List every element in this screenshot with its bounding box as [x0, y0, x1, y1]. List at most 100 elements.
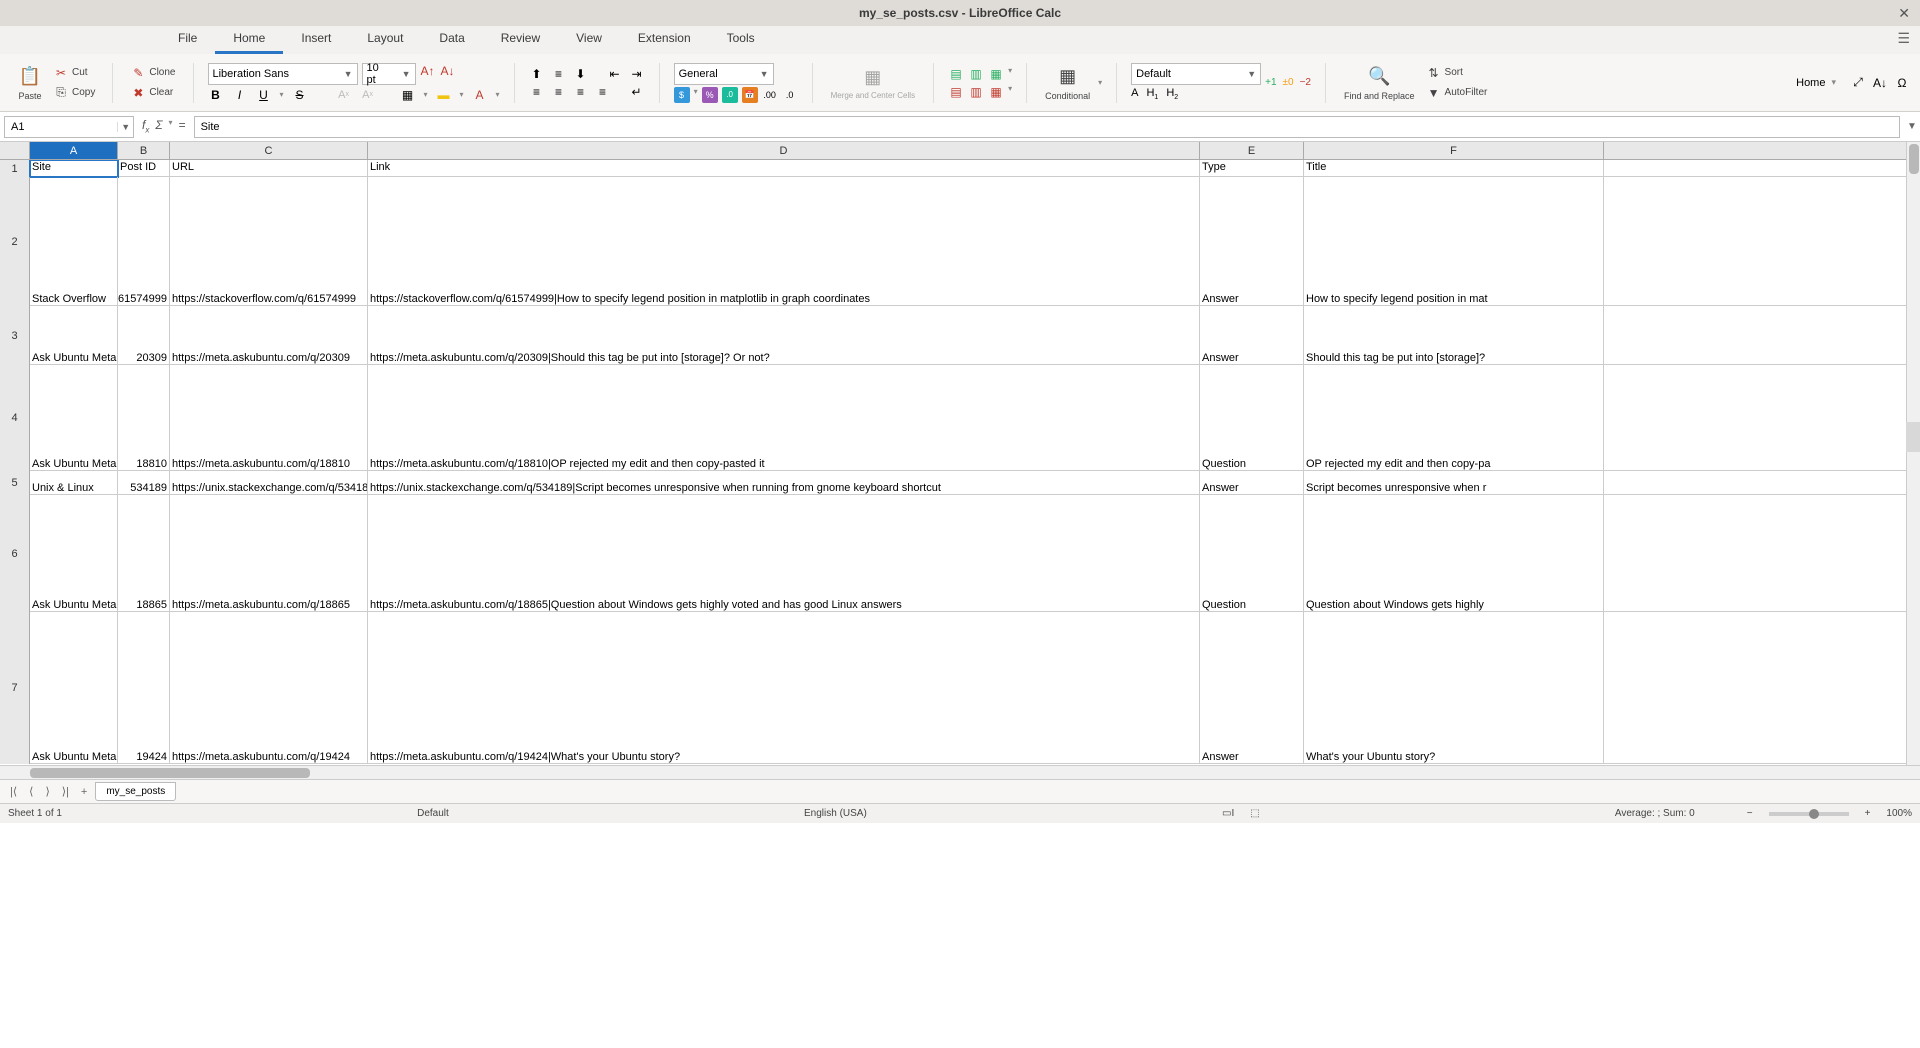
cell[interactable]: 18810: [118, 365, 170, 471]
conditional-button[interactable]: ▦ Conditional: [1041, 63, 1094, 103]
cell[interactable]: https://meta.askubuntu.com/q/20309: [170, 306, 368, 365]
cell[interactable]: Answer: [1200, 612, 1304, 764]
clone-button[interactable]: ✎Clone: [127, 64, 178, 82]
currency-icon[interactable]: $: [674, 87, 690, 103]
row-header[interactable]: 5: [0, 471, 30, 495]
cell[interactable]: Site: [30, 160, 118, 177]
col-header-d[interactable]: D: [368, 142, 1200, 159]
sum-icon[interactable]: Σ: [155, 118, 162, 134]
last-sheet-icon[interactable]: ⟩|: [58, 785, 73, 798]
menu-review[interactable]: Review: [483, 25, 558, 54]
delete-row-icon[interactable]: ▤: [948, 84, 964, 100]
first-sheet-icon[interactable]: |⟨: [6, 785, 21, 798]
insert-row-above-icon[interactable]: ▤: [948, 66, 964, 82]
increase-font-icon[interactable]: A↑: [420, 63, 436, 79]
wrap-text-icon[interactable]: ↵: [629, 84, 645, 100]
add-sheet-icon[interactable]: +: [77, 786, 91, 798]
col-header-a[interactable]: A: [30, 142, 118, 159]
heading-style-h1[interactable]: H1: [1146, 87, 1158, 101]
align-right-icon[interactable]: ≡: [573, 84, 589, 100]
col-header-f[interactable]: F: [1304, 142, 1604, 159]
menu-file[interactable]: File: [160, 25, 215, 54]
align-left-icon[interactable]: ≡: [529, 84, 545, 100]
heading-style-a[interactable]: A: [1131, 87, 1138, 101]
zoom-slider[interactable]: [1769, 812, 1849, 816]
cell[interactable]: Unix & Linux: [30, 471, 118, 495]
col-header-b[interactable]: B: [118, 142, 170, 159]
cell[interactable]: Question: [1200, 495, 1304, 612]
cell[interactable]: https://meta.askubuntu.com/q/18810: [170, 365, 368, 471]
cell[interactable]: Question: [1200, 365, 1304, 471]
select-all-corner[interactable]: [0, 142, 30, 159]
number-icon[interactable]: .0: [722, 87, 738, 103]
zoom-out-icon[interactable]: ⤢: [1850, 75, 1866, 91]
align-middle-icon[interactable]: ≡: [551, 66, 567, 82]
dec-style-good[interactable]: +1: [1265, 77, 1276, 88]
number-format-combo[interactable]: General▼: [674, 63, 774, 85]
heading-style-h2[interactable]: H2: [1166, 87, 1178, 101]
cell[interactable]: https://meta.askubuntu.com/q/19424: [170, 612, 368, 764]
expand-formula-icon[interactable]: ▼: [1904, 121, 1920, 132]
row-header[interactable]: 3: [0, 306, 30, 365]
row-header[interactable]: 1: [0, 160, 30, 177]
cell[interactable]: https://meta.askubuntu.com/q/18810|OP re…: [368, 365, 1200, 471]
cut-button[interactable]: ✂Cut: [50, 64, 98, 82]
underline-button[interactable]: U: [256, 87, 272, 103]
menu-layout[interactable]: Layout: [349, 25, 421, 54]
cell-style-combo[interactable]: Default▼: [1131, 63, 1261, 85]
cell[interactable]: 19424: [118, 612, 170, 764]
menu-data[interactable]: Data: [421, 25, 482, 54]
font-name-combo[interactable]: Liberation Sans▼: [208, 63, 358, 85]
paste-button[interactable]: 📋 Paste: [14, 63, 46, 103]
cell[interactable]: How to specify legend position in mat: [1304, 177, 1604, 306]
cell[interactable]: Link: [368, 160, 1200, 177]
align-top-icon[interactable]: ⬆: [529, 66, 545, 82]
cell[interactable]: 18865: [118, 495, 170, 612]
zoom-in-button[interactable]: +: [1865, 808, 1871, 819]
cell[interactable]: https://stackoverflow.com/q/61574999|How…: [368, 177, 1200, 306]
cell[interactable]: Answer: [1200, 177, 1304, 306]
bold-button[interactable]: B: [208, 87, 224, 103]
dec-style-neutral[interactable]: ±0: [1283, 77, 1294, 88]
delete-cells-icon[interactable]: ▦: [988, 84, 1004, 100]
cell[interactable]: Type: [1200, 160, 1304, 177]
cell[interactable]: URL: [170, 160, 368, 177]
menu-view[interactable]: View: [558, 25, 620, 54]
indent-increase-icon[interactable]: ⇥: [629, 66, 645, 82]
cell[interactable]: What's your Ubuntu story?: [1304, 612, 1604, 764]
cell[interactable]: 20309: [118, 306, 170, 365]
menu-home[interactable]: Home: [215, 25, 283, 54]
menu-insert[interactable]: Insert: [283, 25, 349, 54]
cell[interactable]: Ask Ubuntu Meta: [30, 306, 118, 365]
cell[interactable]: Should this tag be put into [storage]?: [1304, 306, 1604, 365]
cell[interactable]: https://unix.stackexchange.com/q/534189|…: [368, 471, 1200, 495]
align-justify-icon[interactable]: ≡: [595, 84, 611, 100]
insert-mode-icon[interactable]: ▭I: [1222, 808, 1234, 819]
merge-cells-button[interactable]: ▦ Merge and Center Cells: [827, 64, 919, 102]
cell[interactable]: Ask Ubuntu Meta: [30, 495, 118, 612]
name-box-input[interactable]: [5, 121, 117, 133]
cell[interactable]: Post ID: [118, 160, 170, 177]
cell[interactable]: https://meta.askubuntu.com/q/20309|Shoul…: [368, 306, 1200, 365]
row-header[interactable]: 7: [0, 612, 30, 764]
cell[interactable]: Answer: [1200, 306, 1304, 365]
add-decimal-icon[interactable]: .00: [762, 87, 778, 103]
subscript-icon[interactable]: Ax: [360, 87, 376, 103]
name-box[interactable]: ▼: [4, 116, 134, 138]
cell[interactable]: Question about Windows gets highly: [1304, 495, 1604, 612]
vertical-scrollbar[interactable]: [1906, 142, 1920, 765]
align-bottom-icon[interactable]: ⬇: [573, 66, 589, 82]
autofilter-button[interactable]: ▼AutoFilter: [1423, 84, 1491, 102]
cell[interactable]: 61574999: [118, 177, 170, 306]
cell[interactable]: https://meta.askubuntu.com/q/18865: [170, 495, 368, 612]
sheet-tab[interactable]: my_se_posts: [95, 782, 176, 801]
insert-cells-icon[interactable]: ▦: [988, 66, 1004, 82]
sort-asc-icon[interactable]: A↓: [1872, 75, 1888, 91]
clear-button[interactable]: ✖Clear: [127, 84, 178, 102]
border-button[interactable]: ▦: [400, 87, 416, 103]
cell[interactable]: Answer: [1200, 471, 1304, 495]
horizontal-scrollbar[interactable]: [0, 765, 1920, 779]
align-center-icon[interactable]: ≡: [551, 84, 567, 100]
cell[interactable]: Ask Ubuntu Meta: [30, 365, 118, 471]
prev-sheet-icon[interactable]: ⟨: [25, 785, 37, 798]
